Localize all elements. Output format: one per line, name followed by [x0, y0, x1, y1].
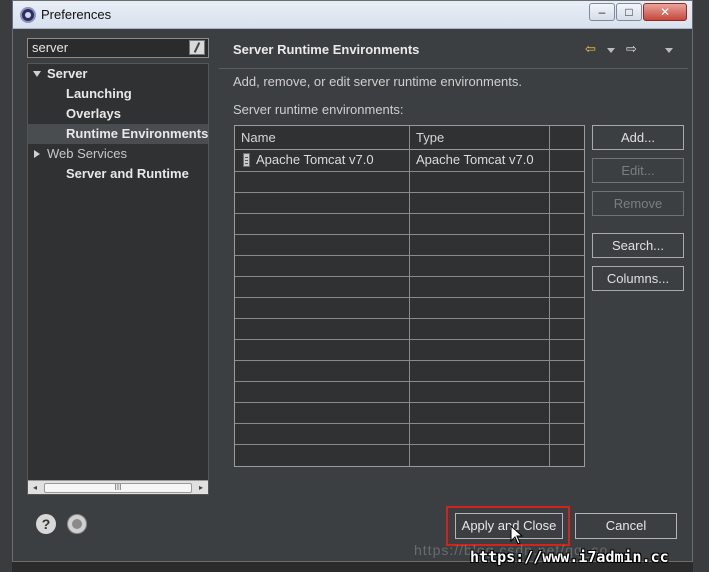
tree-item-web-services[interactable]: Web Services [47, 144, 127, 164]
tree-item-runtime-environments[interactable]: Runtime Environments [28, 124, 208, 144]
row-divider [235, 297, 584, 298]
server-runtime-icon [243, 153, 250, 167]
preferences-dialog: Preferences – □ ✕ server Server Launchin… [12, 0, 693, 562]
back-arrow-icon[interactable]: ⇦ [585, 42, 599, 55]
row-divider [235, 213, 584, 214]
filter-input[interactable]: server [27, 38, 209, 58]
scroll-right-icon[interactable]: ▸ [194, 481, 208, 495]
row-divider [235, 444, 584, 445]
tree-item-server-and-runtime[interactable]: Server and Runtime [66, 164, 189, 184]
forward-arrow-icon[interactable]: ⇨ [626, 42, 640, 55]
cell-name: Apache Tomcat v7.0 [256, 152, 374, 167]
help-icon[interactable]: ? [36, 514, 56, 534]
desktop-background-right [693, 0, 709, 572]
column-header-name[interactable]: Name [235, 126, 276, 150]
scroll-left-icon[interactable]: ◂ [28, 481, 42, 495]
scroll-thumb[interactable]: III [44, 483, 192, 493]
row-divider [235, 192, 584, 193]
desktop-background-left [0, 0, 12, 572]
window-title: Preferences [41, 7, 112, 22]
tree-item-overlays[interactable]: Overlays [66, 104, 121, 124]
edit-button[interactable]: Edit... [592, 158, 684, 183]
runtime-environments-table[interactable]: Name Type Apache Tomcat v7.0 Apache Tomc… [234, 125, 585, 467]
tree-item-server[interactable]: Server [47, 64, 87, 84]
row-divider [235, 423, 584, 424]
columns-button[interactable]: Columns... [592, 266, 684, 291]
cancel-button[interactable]: Cancel [575, 513, 677, 539]
row-divider [235, 171, 584, 172]
add-button[interactable]: Add... [592, 125, 684, 150]
watermark-url: https://www.i7admin.cc [470, 548, 669, 566]
remove-button[interactable]: Remove [592, 191, 684, 216]
row-divider [235, 381, 584, 382]
clear-filter-icon[interactable] [189, 40, 205, 55]
row-divider [235, 234, 584, 235]
back-history-dropdown-icon[interactable] [607, 48, 615, 53]
apply-and-close-button[interactable]: Apply and Close [455, 513, 563, 539]
column-header-type[interactable]: Type [410, 126, 444, 150]
row-divider [235, 276, 584, 277]
table-label: Server runtime environments: [233, 102, 404, 117]
row-divider [235, 318, 584, 319]
row-divider [235, 339, 584, 340]
close-button[interactable]: ✕ [643, 3, 687, 21]
search-button[interactable]: Search... [592, 233, 684, 258]
page-title: Server Runtime Environments [233, 42, 420, 57]
view-menu-icon[interactable] [665, 48, 673, 53]
row-divider [235, 360, 584, 361]
page-header: Server Runtime Environments ⇦ ⇨ [219, 31, 688, 69]
title-bar[interactable]: Preferences – □ ✕ [13, 1, 692, 29]
collapsed-twisty-icon[interactable] [34, 150, 40, 158]
tree-horizontal-scrollbar[interactable]: ◂ III ▸ [28, 480, 208, 494]
page-description: Add, remove, or edit server runtime envi… [233, 74, 523, 89]
preferences-tree[interactable]: Server Launching Overlays Runtime Enviro… [27, 63, 209, 495]
row-divider [235, 255, 584, 256]
expanded-twisty-icon[interactable] [33, 71, 41, 77]
maximize-button[interactable]: □ [616, 3, 642, 21]
tree-item-launching[interactable]: Launching [66, 84, 132, 104]
row-divider [235, 402, 584, 403]
cell-type: Apache Tomcat v7.0 [416, 152, 534, 167]
minimize-button[interactable]: – [589, 3, 615, 21]
eclipse-app-icon [20, 7, 36, 23]
record-preferences-icon[interactable] [67, 514, 87, 534]
